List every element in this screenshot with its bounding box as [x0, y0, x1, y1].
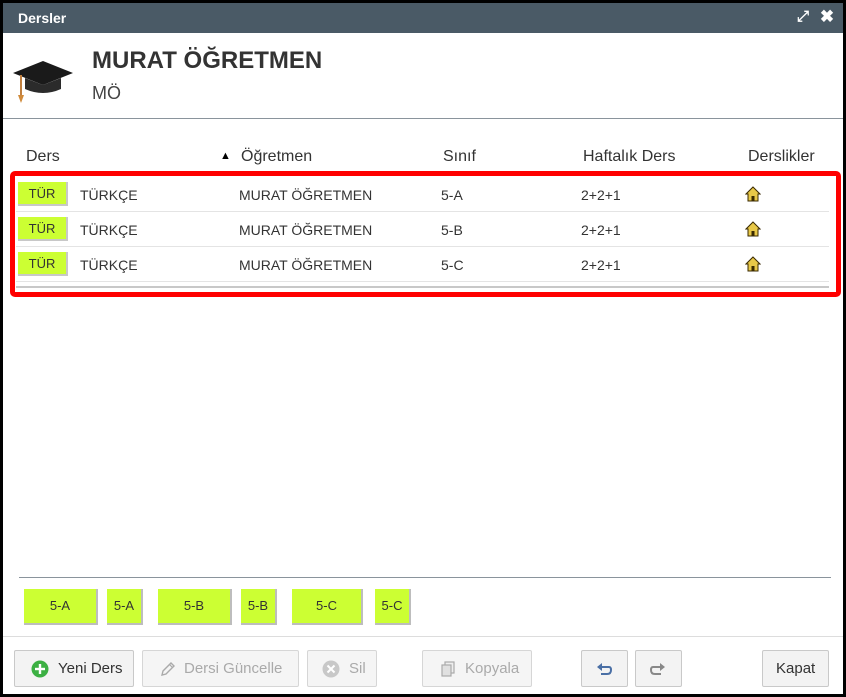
copy-icon	[441, 661, 455, 677]
new-lesson-label: Yeni Ders	[58, 660, 123, 677]
copy-label: Kopyala	[465, 660, 520, 677]
graduation-cap-icon	[13, 61, 73, 103]
pencil-icon	[161, 662, 175, 676]
class-chip-5c[interactable]: 5-C	[292, 589, 363, 625]
close-icon[interactable]: ✖	[818, 8, 836, 26]
maximize-icon[interactable]: ⤢	[794, 8, 812, 26]
header-divider	[3, 118, 843, 119]
lessons-window: Dersler ⤢ ✖ MURAT ÖĞRETMEN MÖ Ders ▲ Öğr…	[0, 0, 846, 697]
delete-icon	[322, 660, 340, 678]
undo-icon	[597, 663, 613, 675]
column-header-ogretmen[interactable]: Öğretmen	[241, 148, 312, 166]
column-header-ders[interactable]: Ders	[26, 148, 60, 166]
undo-button[interactable]	[581, 650, 628, 687]
update-lesson-label: Dersi Güncelle	[184, 660, 283, 677]
column-header-derslikler[interactable]: Derslikler	[748, 148, 815, 166]
class-chip-5a[interactable]: 5-A	[24, 589, 98, 625]
close-button[interactable]: Kapat	[762, 650, 829, 687]
column-header-haftalik-ders[interactable]: Haftalık Ders	[583, 148, 675, 166]
class-chip-5b[interactable]: 5-B	[158, 589, 232, 625]
class-chip-5b-short[interactable]: 5-B	[241, 589, 277, 625]
teacher-header: MURAT ÖĞRETMEN MÖ	[3, 33, 843, 119]
teacher-name: MURAT ÖĞRETMEN	[92, 47, 323, 74]
column-header-sinif[interactable]: Sınıf	[443, 148, 476, 166]
sort-ascending-icon[interactable]: ▲	[220, 150, 231, 162]
teacher-short-name: MÖ	[92, 83, 121, 103]
plus-circle-icon	[31, 660, 49, 678]
update-lesson-button[interactable]: Dersi Güncelle	[142, 650, 299, 687]
delete-button[interactable]: Sil	[307, 650, 377, 687]
copy-button[interactable]: Kopyala	[422, 650, 532, 687]
delete-label: Sil	[349, 660, 366, 677]
title-bar: Dersler ⤢ ✖	[3, 3, 843, 33]
class-chip-5c-short[interactable]: 5-C	[375, 589, 411, 625]
footer-divider	[3, 636, 843, 637]
close-label: Kapat	[776, 660, 816, 677]
class-chip-5a-short[interactable]: 5-A	[107, 589, 143, 625]
new-lesson-button[interactable]: Yeni Ders	[14, 650, 134, 687]
redo-button[interactable]	[635, 650, 682, 687]
window-title: Dersler	[18, 10, 67, 26]
chips-divider	[19, 577, 831, 578]
highlight-box	[10, 171, 841, 297]
redo-icon	[649, 663, 665, 675]
